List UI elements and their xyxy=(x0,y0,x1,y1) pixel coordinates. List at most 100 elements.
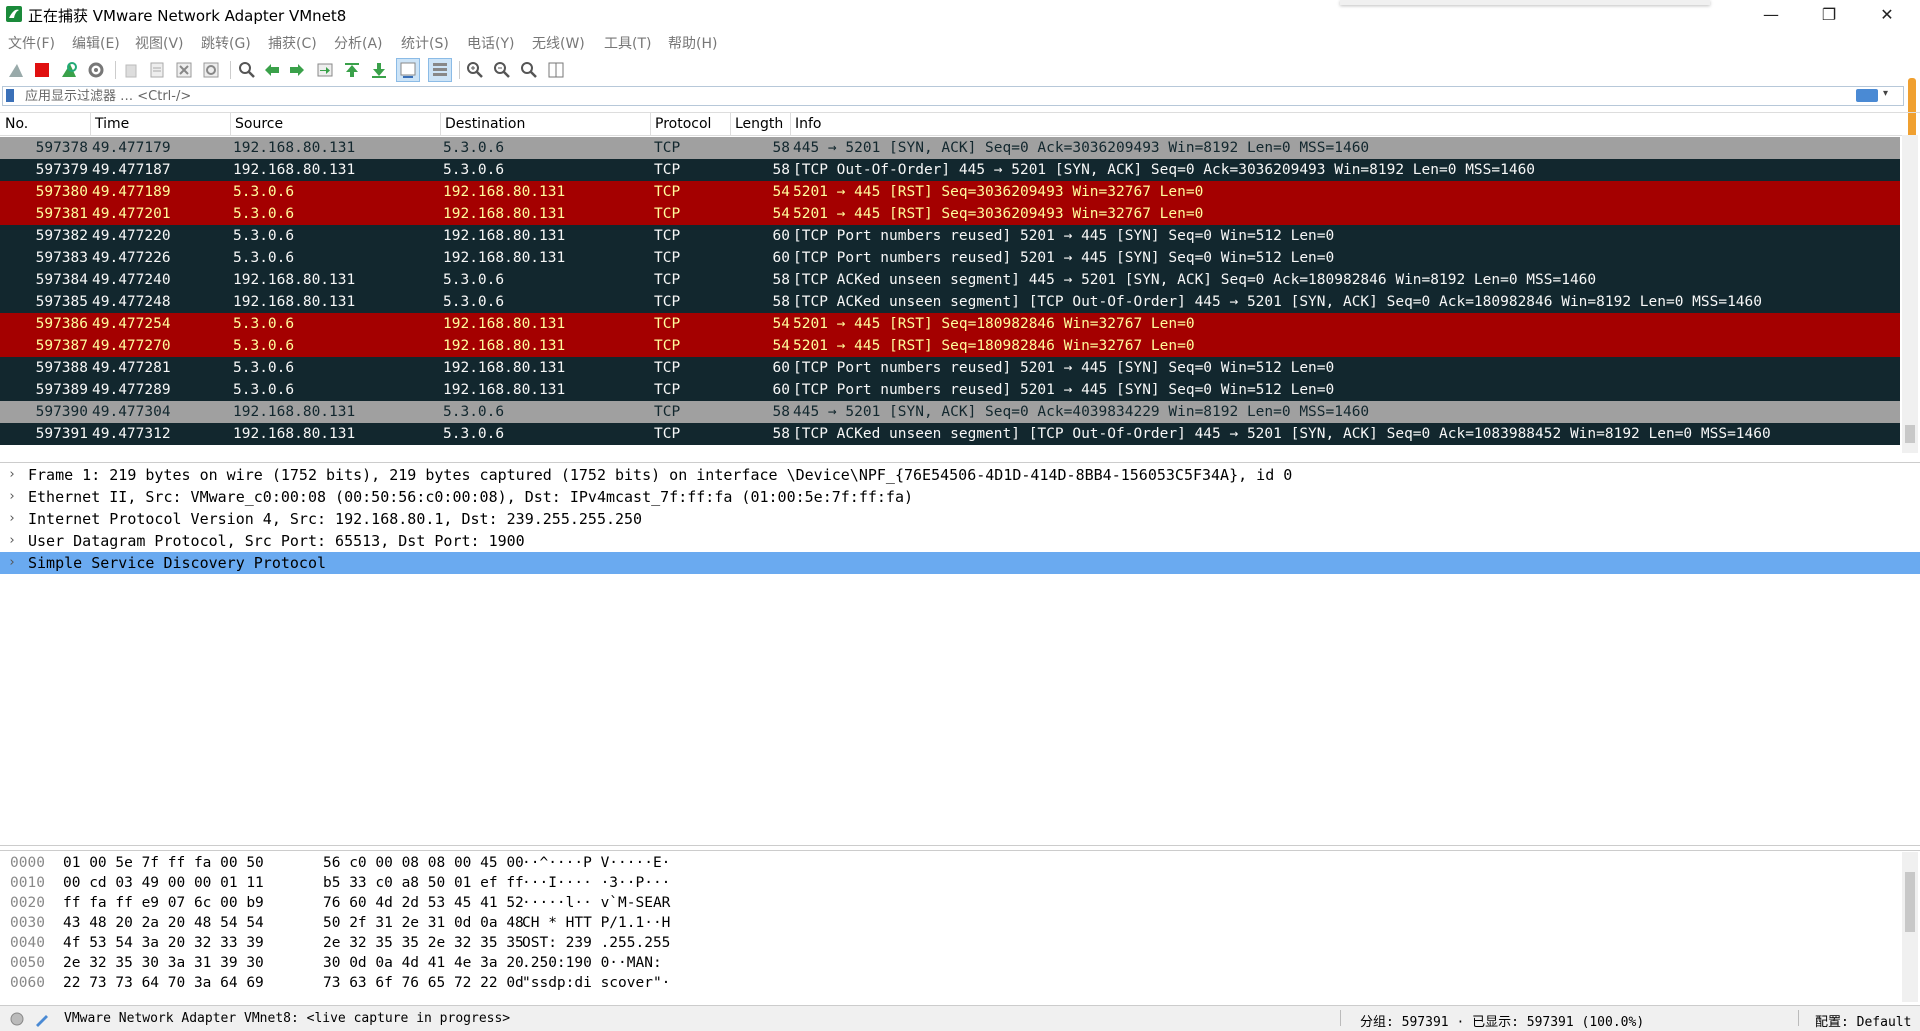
shark-fin-start-icon[interactable] xyxy=(4,58,28,82)
menu-edit[interactable]: 编辑(E) xyxy=(72,33,120,53)
packet-row[interactable]: 597382 49.477220 5.3.0.6 192.168.80.131 TCP 6… xyxy=(0,225,1900,247)
capture-options-icon[interactable] xyxy=(84,58,108,82)
packet-no: 597388 xyxy=(35,360,88,376)
packet-no: 597379 xyxy=(35,162,88,178)
menu-help[interactable]: 帮助(H) xyxy=(668,33,717,53)
wireshark-app-icon xyxy=(6,6,22,22)
packet-time: 49.477189 xyxy=(92,184,171,200)
open-file-icon[interactable] xyxy=(120,58,144,82)
expand-arrow-icon[interactable]: › xyxy=(8,508,16,530)
packet-row[interactable]: 597384 49.477240 192.168.80.131 5.3.0.6 TCP 5… xyxy=(0,269,1900,291)
packet-row[interactable]: 597381 49.477201 5.3.0.6 192.168.80.131 TCP 5… xyxy=(0,203,1900,225)
packet-rows: 597378 49.477179 192.168.80.131 5.3.0.6 TCP 5… xyxy=(0,137,1900,445)
minimize-button[interactable]: — xyxy=(1742,0,1800,28)
capture-comment-icon[interactable] xyxy=(34,1011,50,1027)
go-last-icon[interactable] xyxy=(367,58,391,82)
packet-protocol: TCP xyxy=(654,360,681,376)
colorize-icon[interactable] xyxy=(428,58,452,82)
profile-text[interactable]: 配置: Default xyxy=(1815,1011,1911,1030)
apply-filter-arrow-icon[interactable] xyxy=(1856,89,1878,102)
auto-scroll-icon[interactable] xyxy=(396,58,420,82)
go-back-icon[interactable] xyxy=(260,58,284,82)
menu-analyze[interactable]: 分析(A) xyxy=(334,33,383,53)
packet-length: 54 xyxy=(772,184,790,200)
packet-row[interactable]: 597385 49.477248 192.168.80.131 5.3.0.6 TCP 5… xyxy=(0,291,1900,313)
hex-ascii: .250:190 0··MAN: xyxy=(522,955,662,971)
detail-text: Frame 1: 219 bytes on wire (1752 bits), … xyxy=(28,466,1293,484)
detail-tree-item[interactable]: › Frame 1: 219 bytes on wire (1752 bits),… xyxy=(0,464,1920,486)
hex-bytes-high: 30 0d 0a 4d 41 4e 3a 20 xyxy=(323,955,524,971)
expand-arrow-icon[interactable]: › xyxy=(8,552,16,574)
save-file-icon[interactable] xyxy=(145,58,169,82)
go-first-icon[interactable] xyxy=(340,58,364,82)
find-packet-icon[interactable] xyxy=(235,58,259,82)
expand-arrow-icon[interactable]: › xyxy=(8,464,16,486)
close-button[interactable]: ✕ xyxy=(1858,0,1916,28)
packet-row[interactable]: 597378 49.477179 192.168.80.131 5.3.0.6 TCP 5… xyxy=(0,137,1900,159)
hex-offset: 0050 xyxy=(10,955,45,971)
hex-ascii: OST: 239 .255.255 xyxy=(522,935,671,951)
display-filter-input[interactable] xyxy=(25,87,1845,105)
menu-view[interactable]: 视图(V) xyxy=(135,33,184,53)
menu-telephony[interactable]: 电话(Y) xyxy=(467,33,514,53)
column-header-source[interactable]: Source xyxy=(235,116,283,132)
detail-tree-item[interactable]: › Ethernet II, Src: VMware_c0:00:08 (00:5… xyxy=(0,486,1920,508)
packet-row[interactable]: 597391 49.477312 192.168.80.131 5.3.0.6 TCP 5… xyxy=(0,423,1900,445)
reload-file-icon[interactable] xyxy=(199,58,223,82)
menu-statistics[interactable]: 统计(S) xyxy=(401,33,449,53)
restart-capture-icon[interactable] xyxy=(57,58,81,82)
stop-capture-icon[interactable] xyxy=(30,58,54,82)
packet-row[interactable]: 597389 49.477289 5.3.0.6 192.168.80.131 TCP 6… xyxy=(0,379,1900,401)
close-file-icon[interactable] xyxy=(172,58,196,82)
menu-capture[interactable]: 捕获(C) xyxy=(268,33,317,53)
column-header-no[interactable]: No. xyxy=(5,116,28,132)
packet-protocol: TCP xyxy=(654,404,681,420)
column-header-info[interactable]: Info xyxy=(795,116,822,132)
packet-row[interactable]: 597380 49.477189 5.3.0.6 192.168.80.131 TCP 5… xyxy=(0,181,1900,203)
packet-row[interactable]: 597386 49.477254 5.3.0.6 192.168.80.131 TCP 5… xyxy=(0,313,1900,335)
detail-tree-item[interactable]: › User Datagram Protocol, Src Port: 65513… xyxy=(0,530,1920,552)
packet-length: 58 xyxy=(772,294,790,310)
packet-row[interactable]: 597383 49.477226 5.3.0.6 192.168.80.131 TCP 6… xyxy=(0,247,1900,269)
packet-destination: 192.168.80.131 xyxy=(443,206,566,222)
column-header-time[interactable]: Time xyxy=(95,116,129,132)
filter-history-dropdown-icon[interactable]: ▾ xyxy=(1883,88,1888,99)
resize-columns-icon[interactable] xyxy=(544,58,568,82)
bytes-scroll-thumb[interactable] xyxy=(1905,872,1915,932)
zoom-in-icon[interactable] xyxy=(463,58,487,82)
hex-ascii: "ssdp:di scover"· xyxy=(522,975,671,991)
packet-list-scrollbar[interactable] xyxy=(1902,135,1918,453)
packet-protocol: TCP xyxy=(654,140,681,156)
column-header-length[interactable]: Length xyxy=(735,116,783,132)
bytes-scrollbar[interactable] xyxy=(1902,852,1918,1002)
packet-list-scroll-thumb[interactable] xyxy=(1905,425,1915,443)
hex-offset: 0010 xyxy=(10,875,45,891)
packet-row[interactable]: 597379 49.477187 192.168.80.131 5.3.0.6 TCP 5… xyxy=(0,159,1900,181)
expand-arrow-icon[interactable]: › xyxy=(8,530,16,552)
column-header-protocol[interactable]: Protocol xyxy=(655,116,711,132)
filter-bookmark-icon[interactable] xyxy=(6,89,14,102)
zoom-normal-icon[interactable] xyxy=(517,58,541,82)
menu-tools[interactable]: 工具(T) xyxy=(604,33,651,53)
menu-go[interactable]: 跳转(G) xyxy=(201,33,251,53)
menu-wireless[interactable]: 无线(W) xyxy=(532,33,585,53)
restore-button[interactable]: ❐ xyxy=(1800,0,1858,28)
expand-arrow-icon[interactable]: › xyxy=(8,486,16,508)
detail-tree-item[interactable]: › Internet Protocol Version 4, Src: 192.1… xyxy=(0,508,1920,530)
go-forward-icon[interactable] xyxy=(285,58,309,82)
packet-bytes-pane: 0000 01 00 5e 7f ff fa 00 50 56 c0 00 08 0… xyxy=(0,850,1920,1003)
minimize-icon: — xyxy=(1763,4,1779,24)
menu-file[interactable]: 文件(F) xyxy=(8,33,55,53)
packet-destination: 5.3.0.6 xyxy=(443,294,505,310)
hex-ascii: ··^····P V·····E· xyxy=(522,855,671,871)
column-header-destination[interactable]: Destination xyxy=(445,116,525,132)
packet-row[interactable]: 597390 49.477304 192.168.80.131 5.3.0.6 TCP 5… xyxy=(0,401,1900,423)
zoom-out-icon[interactable] xyxy=(490,58,514,82)
packet-row[interactable]: 597388 49.477281 5.3.0.6 192.168.80.131 TCP 6… xyxy=(0,357,1900,379)
expert-info-icon[interactable] xyxy=(10,1012,24,1026)
packet-row[interactable]: 597387 49.477270 5.3.0.6 192.168.80.131 TCP 5… xyxy=(0,335,1900,357)
hex-bytes-low: 4f 53 54 3a 20 32 33 39 xyxy=(63,935,264,951)
detail-tree-item[interactable]: › Simple Service Discovery Protocol xyxy=(0,552,1920,574)
go-to-packet-icon[interactable] xyxy=(313,58,337,82)
display-filter-bar: ▾ xyxy=(2,86,1904,106)
